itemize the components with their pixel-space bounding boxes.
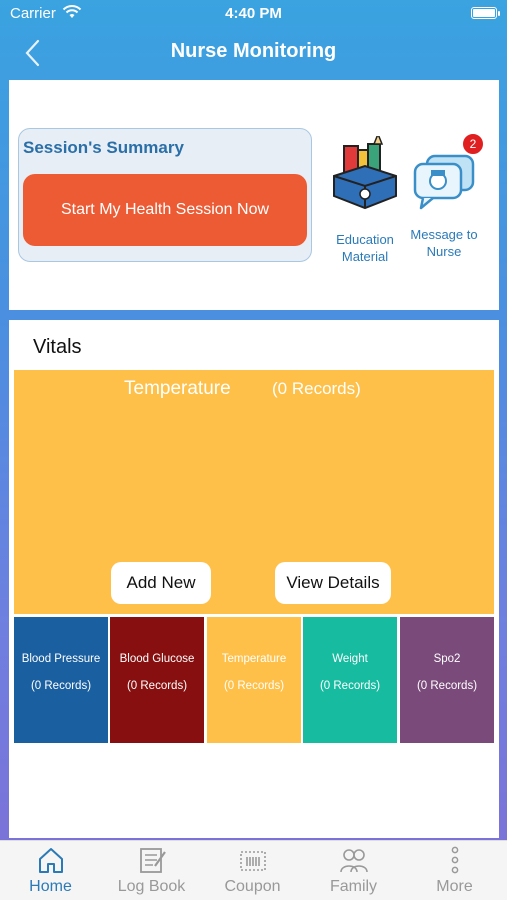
- vital-tile-count: (0 Records): [126, 680, 188, 692]
- session-card: Session's Summary Start My Health Sessio…: [9, 80, 499, 310]
- coupon-icon: [239, 851, 266, 871]
- navigation-bar: Nurse Monitoring: [0, 30, 507, 76]
- tab-home[interactable]: Home: [0, 841, 101, 900]
- vital-tile-spo2[interactable]: Spo2 (0 Records): [400, 617, 494, 743]
- family-icon: [339, 849, 368, 873]
- vital-tile-name: Weight: [332, 653, 368, 665]
- vital-tile-count: (0 Records): [319, 680, 381, 692]
- tab-coupon[interactable]: Coupon: [202, 841, 303, 900]
- page-title: Nurse Monitoring: [170, 40, 337, 62]
- view-details-button[interactable]: View Details: [275, 562, 391, 604]
- tab-label: Home: [29, 878, 72, 895]
- unread-badge: 2: [461, 132, 485, 156]
- start-health-session-button[interactable]: Start My Health Session Now: [23, 174, 307, 246]
- tab-family[interactable]: Family: [303, 841, 404, 900]
- tab-label: Family: [329, 878, 378, 895]
- clock: 4:40 PM: [225, 5, 282, 22]
- battery-icon: [471, 7, 500, 19]
- selected-vital-panel: Temperature (0 Records) Add New View Det…: [14, 370, 494, 614]
- vitals-title: Vitals: [33, 336, 82, 358]
- session-summary-title: Session's Summary: [23, 138, 184, 157]
- tab-label: Log Book: [117, 878, 186, 895]
- tab-more[interactable]: More: [404, 841, 505, 900]
- education-books-icon: [333, 131, 397, 210]
- tab-label: More: [436, 878, 473, 895]
- vital-tile-blood-pressure[interactable]: Blood Pressure (0 Records): [14, 617, 108, 743]
- session-summary-panel[interactable]: Session's Summary Start My Health Sessio…: [18, 128, 312, 262]
- vital-tiles-row: Blood Pressure (0 Records) Blood Glucose…: [14, 617, 494, 743]
- tab-bar: Home Log Book Coupon Family More: [0, 840, 507, 900]
- education-material-tile[interactable]: Education Material: [323, 131, 407, 265]
- vital-tile-count: (0 Records): [223, 680, 285, 692]
- log-book-icon: [139, 848, 166, 873]
- vital-tile-count: (0 Records): [30, 680, 92, 692]
- vital-tile-name: Blood Glucose: [119, 653, 195, 665]
- nurse-chat-icon-wrap: 2: [409, 132, 485, 216]
- tab-label: Coupon: [224, 878, 281, 895]
- vital-tile-count: (0 Records): [416, 680, 478, 692]
- selected-vital-count: (0 Records): [272, 379, 361, 398]
- message-to-nurse-label: Message to Nurse: [410, 227, 478, 259]
- vital-tile-blood-glucose[interactable]: Blood Glucose (0 Records): [110, 617, 204, 743]
- vital-tile-name: Temperature: [221, 653, 287, 665]
- tab-log-book[interactable]: Log Book: [101, 841, 202, 900]
- education-material-label: Education Material: [336, 232, 394, 264]
- home-icon: [38, 848, 63, 873]
- vital-tile-temperature[interactable]: Temperature (0 Records): [207, 617, 301, 743]
- message-to-nurse-tile[interactable]: 2 Message to Nurse: [402, 132, 486, 260]
- vital-tile-weight[interactable]: Weight (0 Records): [303, 617, 397, 743]
- vital-tile-name: Spo2: [433, 653, 461, 665]
- add-new-button[interactable]: Add New: [111, 562, 211, 604]
- vitals-card: Vitals Temperature (0 Records) Add New V…: [9, 320, 499, 838]
- more-dots-icon: [451, 846, 458, 874]
- status-bar: Carrier 4:40 PM: [0, 0, 507, 28]
- vital-tile-name: Blood Pressure: [21, 653, 101, 665]
- selected-vital-name: Temperature: [124, 378, 231, 399]
